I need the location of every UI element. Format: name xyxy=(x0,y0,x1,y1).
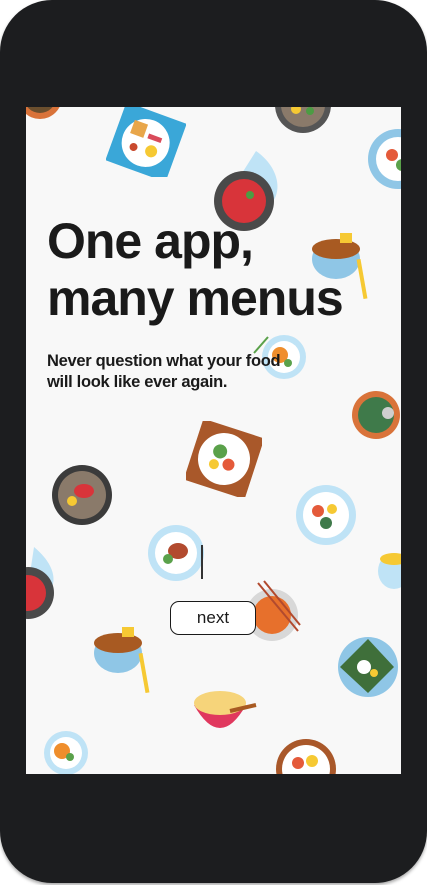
dark-plate-icon xyxy=(275,107,331,133)
curry-bowl-icon xyxy=(94,627,150,694)
title-line-1: One app, xyxy=(47,213,254,269)
soup-bowl-icon xyxy=(26,107,60,119)
page-subtitle: Never question what your food will look … xyxy=(47,352,281,391)
title-line-2: many menus xyxy=(47,270,344,326)
leaf-wrap-icon xyxy=(338,637,398,697)
steak-plate-icon xyxy=(52,465,112,525)
next-button[interactable]: next xyxy=(170,601,256,635)
tomato-soup-bowl-icon xyxy=(26,547,54,619)
rice-bowl-icon xyxy=(378,553,401,589)
salad-plate-icon xyxy=(186,421,262,497)
dumpling-bowl-icon xyxy=(194,691,257,728)
green-soup-icon xyxy=(352,391,400,439)
salad-plate-icon xyxy=(368,129,401,189)
breakfast-plate-icon xyxy=(106,107,186,177)
page-title: One app, many menus xyxy=(47,213,344,327)
salad-plate-icon xyxy=(296,485,356,545)
salad-plate-icon xyxy=(276,739,336,774)
steak-plate-icon xyxy=(148,525,204,581)
device-frame: One app, many menus Never question what … xyxy=(0,0,427,883)
rice-bowl-icon xyxy=(44,731,88,774)
onboarding-screen: One app, many menus Never question what … xyxy=(26,107,401,774)
